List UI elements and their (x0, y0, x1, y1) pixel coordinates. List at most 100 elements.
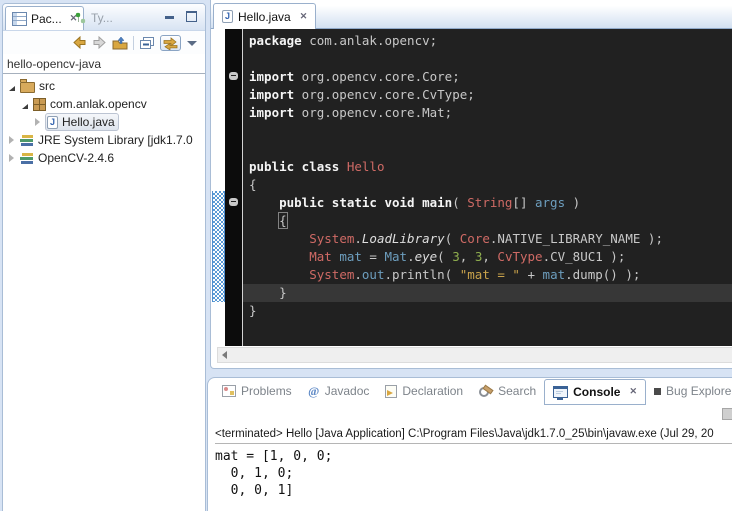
code-token: . (407, 249, 415, 264)
code-line[interactable]: import org.opencv.core.Core; (243, 68, 732, 86)
collapse-all-icon[interactable] (139, 36, 155, 50)
java-file-icon: J (222, 10, 233, 23)
minimize-icon[interactable] (165, 13, 174, 19)
code-line[interactable]: import org.opencv.core.CvType; (243, 86, 732, 104)
code-token (249, 249, 309, 264)
code-token: LoadLibrary (362, 231, 445, 246)
close-icon[interactable]: ✕ (300, 11, 308, 22)
code-line[interactable]: System.LoadLibrary( Core.NATIVE_LIBRARY_… (243, 230, 732, 248)
tab-label: Javadoc (325, 384, 370, 398)
console-output[interactable]: mat = [1, 0, 0; 0, 1, 0; 0, 0, 1] (215, 448, 332, 499)
code-line[interactable]: Mat mat = Mat.eye( 3, 3, CvType.CV_8UC1 … (243, 248, 732, 266)
code-token: } (249, 303, 257, 318)
tab-label: Ty... (91, 11, 113, 25)
tree-item-label: OpenCV-2.4.6 (38, 151, 114, 165)
code-token: System (309, 267, 354, 282)
package-icon (33, 98, 46, 111)
tab-javadoc[interactable]: @ Javadoc (300, 379, 378, 403)
up-icon[interactable] (112, 36, 128, 50)
scroll-left-icon[interactable] (222, 351, 227, 359)
code-token: . (354, 267, 362, 282)
forward-icon[interactable] (92, 36, 107, 49)
code-line[interactable]: } (243, 284, 732, 302)
code-token: } (249, 285, 287, 300)
back-icon[interactable] (72, 36, 87, 49)
editor-tabbar: J Hello.java ✕ (211, 0, 732, 29)
code-line[interactable]: public class Hello (243, 158, 732, 176)
console-output-line: 0, 1, 0; (215, 465, 332, 482)
close-icon[interactable]: ✕ (629, 386, 637, 397)
editor-panel: J Hello.java ✕ package com.anlak.opencv;… (210, 0, 732, 369)
code-token: Mat (384, 249, 407, 264)
code-token: public static void main (279, 195, 452, 210)
tree-item-content: src (19, 78, 58, 94)
code-line[interactable]: { (243, 176, 732, 194)
fold-collapse-icon[interactable] (229, 198, 238, 206)
tab-hello-java[interactable]: J Hello.java ✕ (213, 3, 316, 29)
tab-bug-explorer[interactable]: Bug Explorer (646, 379, 732, 403)
tree-item-content: JHello.java (45, 113, 119, 131)
package-explorer-icon (12, 12, 27, 26)
tab-label: Pac... (31, 12, 62, 26)
code-token: org.opencv.core.CvType; (294, 87, 475, 102)
project-label: hello-opencv-java (3, 54, 205, 74)
code-token: System (309, 231, 354, 246)
view-window-buttons (165, 11, 197, 22)
code-line[interactable]: package com.anlak.opencv; (243, 32, 732, 50)
tree-item-hello-java[interactable]: JHello.java (3, 113, 205, 131)
range-indicator-ruler[interactable] (212, 29, 225, 346)
problems-icon (222, 385, 236, 397)
collapse-arrow-icon[interactable] (22, 104, 28, 109)
code-line[interactable] (243, 50, 732, 68)
code-token: CvType (497, 249, 542, 264)
code-token: ( (437, 249, 452, 264)
code-token: mat (543, 267, 566, 282)
package-explorer-toolbar (3, 31, 205, 54)
tab-declaration[interactable]: Declaration (377, 379, 471, 403)
tab-type-hierarchy[interactable]: Ty... (69, 6, 119, 29)
tree-item-jre-system-library-jdk1-7-0[interactable]: JRE System Library [jdk1.7.0 (3, 131, 205, 149)
code-token: package (249, 33, 302, 48)
javadoc-icon: @ (308, 385, 320, 397)
link-with-editor-icon[interactable] (160, 35, 181, 51)
code-token: import (249, 87, 294, 102)
code-line[interactable]: import org.opencv.core.Mat; (243, 104, 732, 122)
expand-arrow-icon[interactable] (9, 154, 14, 162)
code-line[interactable]: public static void main( String[] args ) (243, 194, 732, 212)
tab-label: Console (573, 385, 620, 399)
code-token: ) (565, 195, 580, 210)
code-token: org.opencv.core.Core; (294, 69, 460, 84)
console-panel: Problems @ Javadoc Declaration Search Console… (207, 377, 732, 511)
terminate-icon[interactable] (722, 408, 732, 420)
horizontal-scrollbar[interactable] (217, 347, 732, 363)
code-token: eye (415, 249, 438, 264)
code-token: .NATIVE_LIBRARY_NAME ); (490, 231, 663, 246)
code-line[interactable]: { (243, 212, 732, 230)
expand-arrow-icon[interactable] (9, 136, 14, 144)
code-line[interactable]: } (243, 302, 732, 320)
code-line[interactable] (243, 122, 732, 140)
expand-arrow-icon[interactable] (35, 118, 40, 126)
tab-label: Declaration (402, 384, 463, 398)
tab-label: Search (498, 384, 536, 398)
tree-item-content: OpenCV-2.4.6 (19, 150, 117, 166)
tree-item-opencv-2-4-6[interactable]: OpenCV-2.4.6 (3, 149, 205, 167)
view-menu-icon[interactable] (186, 39, 198, 47)
code-token (249, 195, 279, 210)
annotation-ruler[interactable] (225, 29, 243, 346)
code-editor[interactable]: package com.anlak.opencv; import org.open… (243, 29, 732, 346)
console-output-line: 0, 0, 1] (215, 482, 332, 499)
tree-item-com-anlak-opencv[interactable]: com.anlak.opencv (3, 95, 205, 113)
tab-problems[interactable]: Problems (214, 379, 300, 403)
maximize-icon[interactable] (186, 11, 197, 22)
tree-item-label: com.anlak.opencv (50, 97, 147, 111)
tab-search[interactable]: Search (471, 379, 544, 403)
code-token: .println( (384, 267, 459, 282)
collapse-arrow-icon[interactable] (9, 86, 15, 91)
tree-item-src[interactable]: src (3, 77, 205, 95)
fold-collapse-icon[interactable] (229, 72, 238, 80)
code-line[interactable]: System.out.println( "mat = " + mat.dump(… (243, 266, 732, 284)
code-line[interactable] (243, 140, 732, 158)
tab-console[interactable]: Console ✕ (544, 379, 646, 405)
code-token (249, 213, 279, 228)
